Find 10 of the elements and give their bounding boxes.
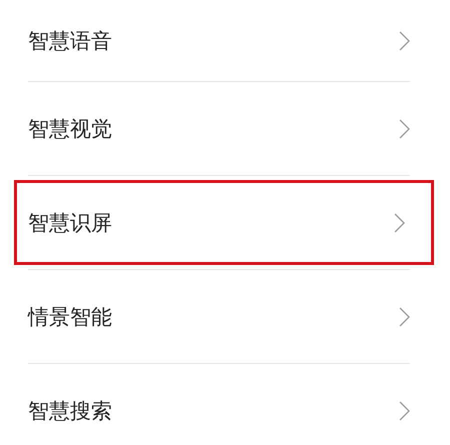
chevron-icon [399,118,410,138]
settings-item[interactable]: 智慧视觉 [28,98,410,158]
chevron-icon [399,30,410,50]
settings-item[interactable]: 智慧识屏 [14,180,434,265]
settings-item[interactable]: 智慧搜索 [28,380,410,440]
settings-item[interactable]: 智慧语音 [28,10,410,70]
chevron-icon [399,400,410,420]
settings-item[interactable]: 情景智能 [28,286,410,346]
chevron-icon [394,212,405,232]
chevron-icon [399,306,410,326]
